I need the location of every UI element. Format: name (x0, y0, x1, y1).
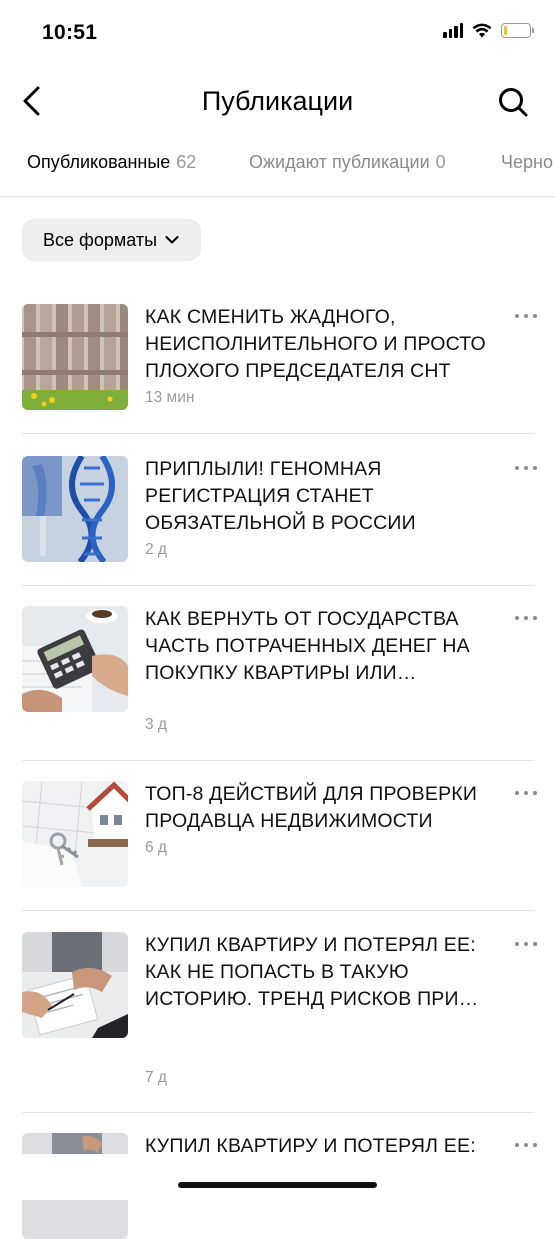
status-icons (443, 22, 534, 38)
navigation-bar: Публикации (0, 66, 555, 138)
article-age: 7 д (145, 1069, 167, 1086)
filter-label: Все форматы (43, 229, 158, 250)
article-age: 13 мин (145, 389, 195, 406)
more-options-icon[interactable] (515, 612, 537, 624)
more-options-icon[interactable] (515, 1139, 537, 1151)
battery-icon (501, 22, 534, 38)
house-keys-image (22, 781, 128, 887)
more-options-icon[interactable] (515, 938, 537, 950)
divider (22, 760, 534, 761)
status-time: 10:51 (42, 21, 98, 44)
page-title: Публикации (201, 86, 354, 116)
cellular-signal-icon (443, 22, 463, 38)
tab-published[interactable]: Опубликованные 62 (27, 152, 196, 173)
tab-label: Черно (501, 152, 553, 172)
home-indicator[interactable] (178, 1182, 377, 1188)
article-age: 3 д (145, 716, 167, 733)
publication-tabs: Опубликованные 62 Ожидают публикации 0 Чер… (0, 140, 555, 197)
tab-count: 0 (435, 152, 446, 172)
more-options-icon[interactable] (515, 462, 537, 474)
contract-signing-image (22, 932, 128, 1038)
article-title: ТОП-8 ДЕЙСТВИЙ ДЛЯ ПРОВЕРКИ ПРОДАВЦА НЕД… (145, 783, 478, 832)
format-filter-dropdown[interactable]: Все форматы (22, 219, 202, 261)
more-options-icon[interactable] (515, 310, 537, 322)
wifi-icon (472, 23, 492, 37)
article-title: КУПИЛ КВАРТИРУ И ПОТЕРЯЛ ЕЕ: КАК НЕ ПОПА… (145, 934, 479, 1010)
calculator-image (22, 606, 128, 712)
article-title: КАК ВЕРНУТЬ ОТ ГОСУДАРСТВА ЧАСТЬ ПОТРАЧЕ… (145, 608, 470, 684)
chevron-down-icon (165, 236, 179, 244)
tab-count: 62 (176, 152, 197, 172)
more-options-icon[interactable] (515, 787, 537, 799)
fence-image (22, 304, 128, 410)
article-age: 2 д (145, 541, 167, 558)
divider (22, 585, 534, 586)
dna-image (22, 456, 128, 562)
divider (22, 433, 534, 434)
search-icon[interactable] (497, 86, 529, 118)
tab-pending[interactable]: Ожидают публикации 0 (249, 152, 446, 173)
article-age: 6 д (145, 839, 167, 856)
divider (22, 1112, 534, 1113)
divider (22, 910, 534, 911)
bottom-area (0, 1154, 555, 1200)
article-title: ПРИПЛЫЛИ! ГЕНОМНАЯ РЕГИСТРАЦИЯ СТАНЕТ ОБ… (145, 458, 416, 534)
status-bar: 10:51 (0, 0, 555, 66)
tab-drafts[interactable]: Черно (501, 152, 553, 173)
tab-label: Ожидают публикации (249, 152, 430, 172)
tab-label: Опубликованные (27, 152, 171, 172)
article-title: КАК СМЕНИТЬ ЖАДНОГО, НЕИСПОЛНИТЕЛЬНОГО И… (145, 306, 486, 382)
